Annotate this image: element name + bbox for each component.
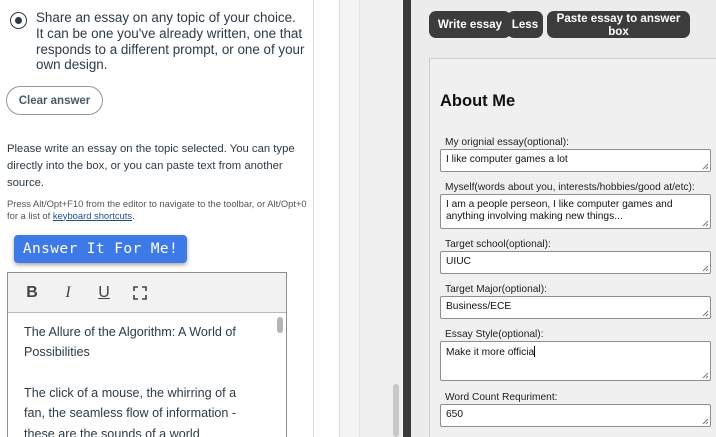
radio-button-selected[interactable] xyxy=(10,12,27,29)
essay-answer-panel: Share an essay on any topic of your choi… xyxy=(0,0,314,437)
keyboard-hint: Press Alt/Opt+F10 from the editor to nav… xyxy=(7,198,307,221)
about-me-form: About Me My orignial essay(optional): I … xyxy=(429,58,716,437)
target-major-input[interactable]: Business/ECE xyxy=(440,296,711,319)
sidebar-strip xyxy=(360,0,402,437)
essay-style-label: Essay Style(optional): xyxy=(445,329,544,340)
target-major-label: Target Major(optional): xyxy=(445,284,547,295)
editor-toolbar: B I U xyxy=(8,273,286,313)
radio-option-label: Share an essay on any topic of your choi… xyxy=(36,10,305,73)
italic-button[interactable]: I xyxy=(58,282,78,304)
resize-grip-icon[interactable] xyxy=(702,372,709,379)
radio-dot-icon xyxy=(15,17,22,24)
target-school-label: Target school(optional): xyxy=(445,239,551,250)
panel-divider xyxy=(313,0,314,437)
editor-scrollbar[interactable] xyxy=(277,317,283,333)
text-caret xyxy=(534,346,536,357)
underline-button[interactable]: U xyxy=(94,282,114,304)
rich-text-editor: B I U The Allure of the Algorithm: A Wor… xyxy=(7,272,287,437)
form-title: About Me xyxy=(440,92,516,110)
resize-grip-icon[interactable] xyxy=(702,418,709,425)
essay-style-input[interactable]: Make it more officia xyxy=(440,341,711,381)
paste-essay-button[interactable]: Paste essay to answer box xyxy=(547,11,690,38)
answer-it-for-me-button[interactable]: Answer It For Me! xyxy=(14,235,187,263)
bold-button[interactable]: B xyxy=(22,282,42,304)
essay-helper-panel: Write essay Less Paste essay to answer b… xyxy=(411,0,716,437)
target-major-value: Business/ECE xyxy=(446,301,512,312)
clear-answer-button[interactable]: Clear answer xyxy=(6,86,103,115)
word-count-value: 650 xyxy=(446,409,463,420)
target-school-input[interactable]: UIUC xyxy=(440,251,711,274)
original-essay-value: I like computer games a lot xyxy=(446,154,568,165)
write-essay-button[interactable]: Write essay xyxy=(429,11,511,38)
essay-instructions: Please write an essay on the topic selec… xyxy=(7,143,295,190)
keyboard-shortcuts-link[interactable]: keyboard shortcuts xyxy=(53,210,132,221)
essay-style-value: Make it more officia xyxy=(446,347,535,358)
fullscreen-icon[interactable] xyxy=(130,282,150,304)
original-essay-label: My orignial essay(optional): xyxy=(445,137,570,148)
essay-option-radio-row[interactable]: Share an essay on any topic of your choi… xyxy=(10,10,305,73)
extension-border xyxy=(403,0,411,437)
resize-grip-icon[interactable] xyxy=(702,220,709,227)
editor-paragraph: The click of a mouse, the whirring of a … xyxy=(24,386,237,437)
editor-content-area[interactable]: The Allure of the Algorithm: A World of … xyxy=(8,314,273,437)
page-scrollbar-thumb[interactable] xyxy=(393,384,399,437)
word-count-label: Word Count Requriment: xyxy=(445,392,558,403)
resize-grip-icon[interactable] xyxy=(702,163,709,170)
less-button[interactable]: Less xyxy=(507,11,543,38)
resize-grip-icon[interactable] xyxy=(702,310,709,317)
myself-input[interactable]: I am a people perseon, I like computer g… xyxy=(440,194,711,229)
editor-paragraph: The Allure of the Algorithm: A World of … xyxy=(24,325,236,360)
myself-value: I am a people perseon, I like computer g… xyxy=(446,199,673,222)
target-school-value: UIUC xyxy=(446,256,471,267)
original-essay-input[interactable]: I like computer games a lot xyxy=(440,149,711,172)
page-gutter xyxy=(339,0,360,437)
word-count-input[interactable]: 650 xyxy=(440,404,711,427)
myself-label: Myself(words about you, interests/hobbie… xyxy=(445,182,695,193)
resize-grip-icon[interactable] xyxy=(702,265,709,272)
hint-suffix: . xyxy=(132,209,135,221)
